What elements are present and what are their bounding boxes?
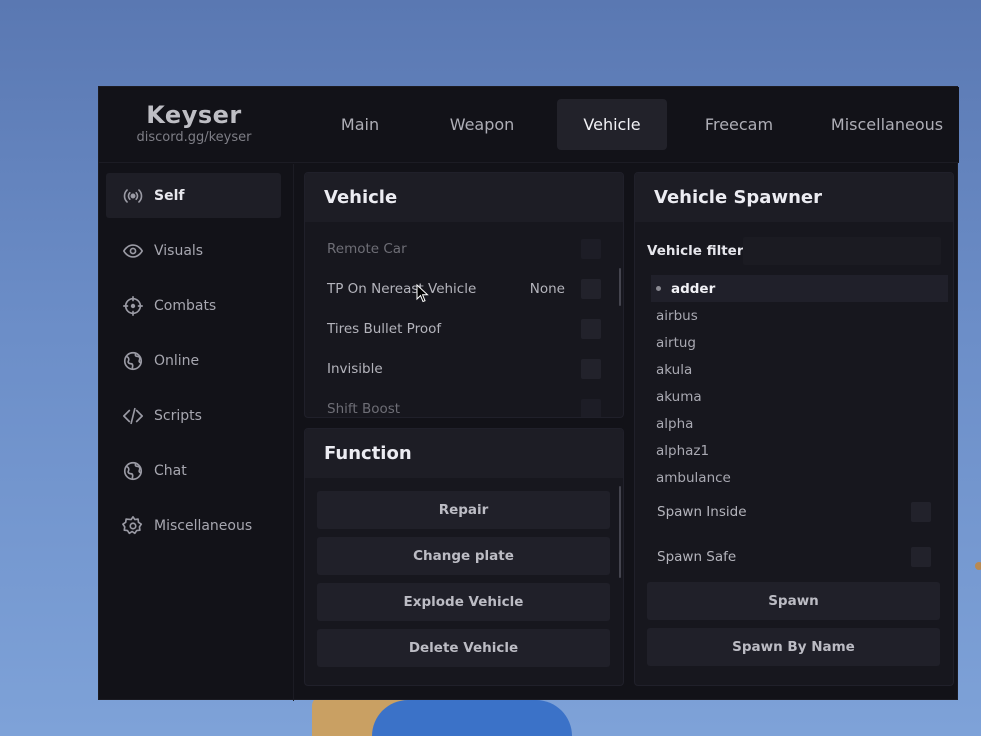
sidebar-item-online[interactable]: Online: [106, 338, 281, 383]
checkbox[interactable]: [581, 279, 601, 299]
tab-weapon[interactable]: Weapon: [417, 99, 547, 150]
vehicle-filter-label: Vehicle filter: [647, 243, 744, 259]
tab-freecam[interactable]: Freecam: [677, 99, 801, 150]
sidebar-item-label: Scripts: [154, 407, 202, 424]
crosshair-icon: [122, 295, 144, 317]
list-item[interactable]: alphaz1: [651, 437, 948, 464]
checkbox[interactable]: [581, 239, 601, 259]
list-item[interactable]: airtug: [651, 329, 948, 356]
vehicle-list: adder airbus airtug akula akuma alpha al…: [651, 275, 948, 483]
delete-vehicle-button[interactable]: Delete Vehicle: [317, 629, 610, 667]
broadcast-icon: [122, 185, 144, 207]
sidebar-item-label: Self: [154, 187, 185, 204]
checkbox[interactable]: [581, 319, 601, 339]
vehicle-spawner-title: Vehicle Spawner: [635, 173, 953, 222]
top-bar: Keyser discord.gg/keyser Main Weapon Veh…: [99, 87, 959, 163]
code-icon: [122, 405, 144, 427]
mouse-cursor-icon: [416, 284, 429, 303]
checkbox[interactable]: [911, 547, 931, 567]
sidebar: Self Visuals Combats Online Scripts Chat…: [99, 164, 294, 701]
explode-vehicle-button[interactable]: Explode Vehicle: [317, 583, 610, 621]
option-value: None: [529, 281, 565, 297]
vehicle-panel: Vehicle Remote Car TP On Nereast Vehicle…: [304, 172, 624, 418]
selected-bullet-icon: [656, 286, 661, 291]
list-item[interactable]: alpha: [651, 410, 948, 437]
option-remote-car[interactable]: Remote Car: [327, 237, 601, 261]
vehicle-panel-title: Vehicle: [305, 173, 623, 222]
sidebar-item-label: Visuals: [154, 242, 204, 259]
tab-vehicle[interactable]: Vehicle: [557, 99, 667, 150]
option-label: Tires Bullet Proof: [327, 321, 442, 337]
option-label: Spawn Safe: [657, 549, 737, 565]
option-invisible[interactable]: Invisible: [327, 357, 601, 381]
checkbox[interactable]: [911, 502, 931, 522]
background-object: [975, 562, 981, 570]
sidebar-item-self[interactable]: Self: [106, 173, 281, 218]
sidebar-item-miscellaneous[interactable]: Miscellaneous: [106, 503, 281, 548]
option-label: Remote Car: [327, 241, 407, 257]
function-panel: Function Repair Change plate Explode Veh…: [304, 428, 624, 686]
sidebar-item-label: Chat: [154, 462, 187, 479]
brand: Keyser discord.gg/keyser: [99, 101, 289, 145]
function-panel-scrollbar[interactable]: [619, 486, 621, 578]
sidebar-item-label: Combats: [154, 297, 217, 314]
main-tabs: Main Weapon Vehicle Freecam Miscellaneou…: [311, 99, 967, 150]
sidebar-item-label: Miscellaneous: [154, 517, 253, 534]
list-item[interactable]: akuma: [651, 383, 948, 410]
list-item-selected[interactable]: adder: [651, 275, 948, 302]
spawn-by-name-button[interactable]: Spawn By Name: [647, 628, 940, 666]
sidebar-item-combats[interactable]: Combats: [106, 283, 281, 328]
sidebar-item-visuals[interactable]: Visuals: [106, 228, 281, 273]
mod-menu-window: Keyser discord.gg/keyser Main Weapon Veh…: [98, 86, 959, 701]
option-spawn-inside[interactable]: Spawn Inside: [657, 500, 931, 524]
vehicle-spawner-panel: Vehicle Spawner Vehicle filter adder air…: [634, 172, 954, 686]
vehicle-panel-scrollbar[interactable]: [619, 268, 621, 306]
background-character-shirt: [372, 700, 572, 736]
sidebar-item-scripts[interactable]: Scripts: [106, 393, 281, 438]
option-shift-boost[interactable]: Shift Boost: [327, 397, 601, 417]
sidebar-item-chat[interactable]: Chat: [106, 448, 281, 493]
option-label: Invisible: [327, 361, 383, 377]
option-tires-bullet-proof[interactable]: Tires Bullet Proof: [327, 317, 601, 341]
list-item[interactable]: airbus: [651, 302, 948, 329]
checkbox[interactable]: [581, 359, 601, 379]
repair-button[interactable]: Repair: [317, 491, 610, 529]
option-spawn-safe[interactable]: Spawn Safe: [657, 545, 931, 569]
change-plate-button[interactable]: Change plate: [317, 537, 610, 575]
sidebar-item-label: Online: [154, 352, 200, 369]
brand-title: Keyser: [146, 101, 242, 129]
tab-miscellaneous[interactable]: Miscellaneous: [807, 99, 967, 150]
option-label: Shift Boost: [327, 401, 401, 417]
brand-subtitle: discord.gg/keyser: [136, 130, 252, 145]
eye-icon: [122, 240, 144, 262]
list-item-label: adder: [671, 280, 716, 297]
option-tp-nearest-vehicle[interactable]: TP On Nereast Vehicle None: [327, 277, 601, 301]
globe-icon: [122, 350, 144, 372]
checkbox[interactable]: [581, 399, 601, 417]
spawn-button[interactable]: Spawn: [647, 582, 940, 620]
gear-icon: [122, 515, 144, 537]
globe-icon: [122, 460, 144, 482]
list-item[interactable]: akula: [651, 356, 948, 383]
vehicle-filter-input[interactable]: [743, 237, 941, 265]
list-item[interactable]: ambulance: [651, 464, 948, 484]
tab-main[interactable]: Main: [311, 99, 409, 150]
option-label: Spawn Inside: [657, 504, 747, 520]
function-panel-title: Function: [305, 429, 623, 478]
